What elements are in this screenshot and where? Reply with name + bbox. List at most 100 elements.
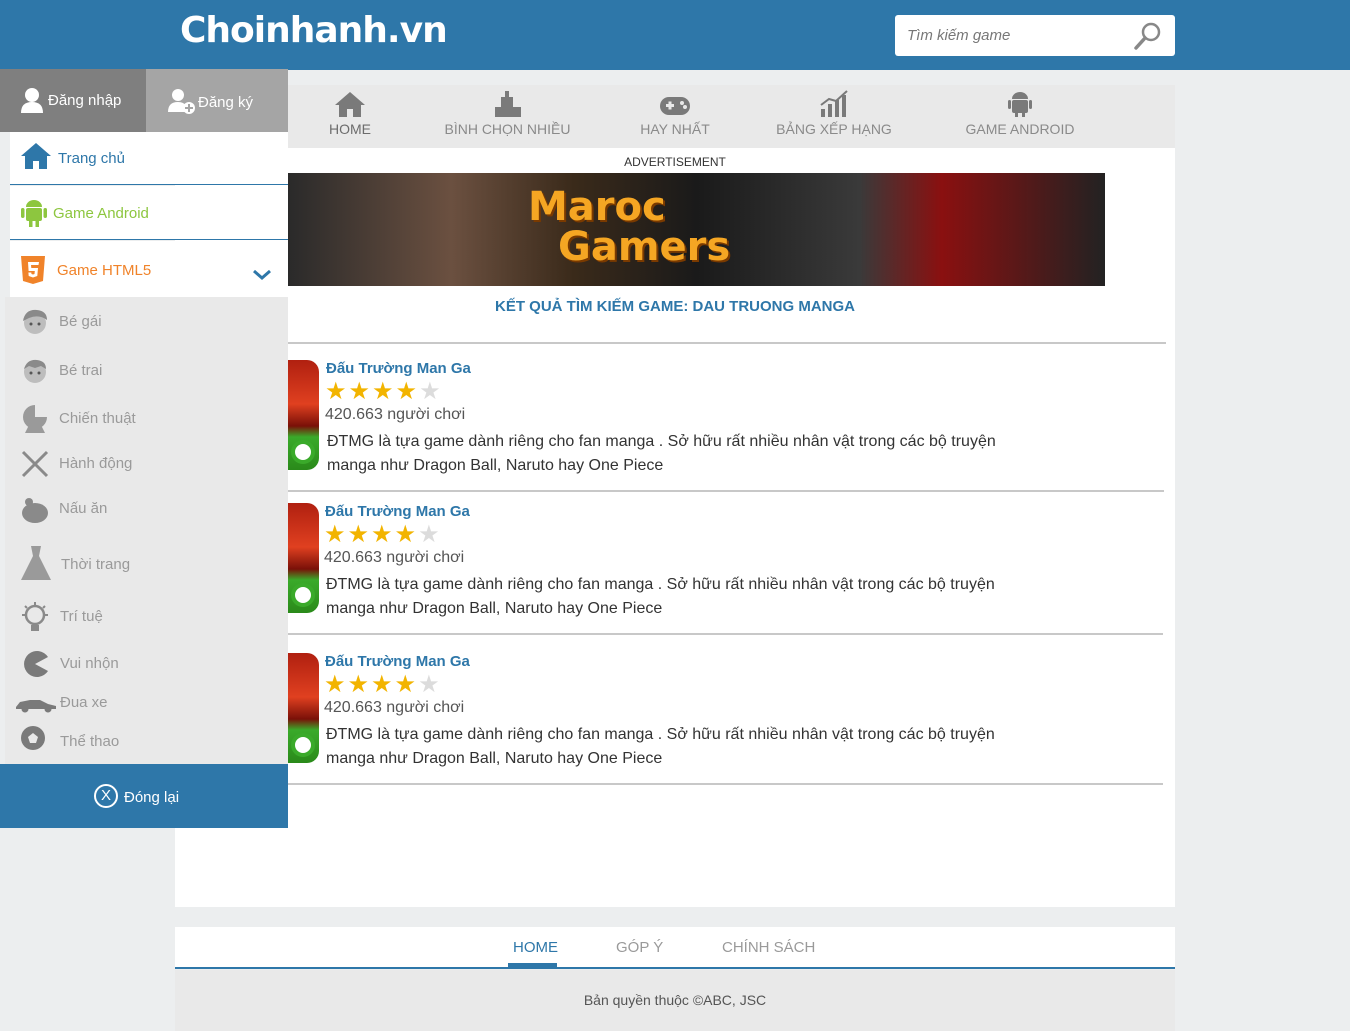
sidebar-item-label: Game Android bbox=[53, 205, 149, 222]
html5-submenu: Bé gái Bé trai Chiến thuật Hành động Nấu… bbox=[5, 297, 288, 764]
strategy-icon bbox=[23, 405, 47, 433]
add-user-icon bbox=[168, 89, 195, 114]
search-result-title: KẾT QUẢ TÌM KIẾM GAME: DAU TRUONG MANGA bbox=[495, 298, 855, 315]
advertisement-label: ADVERTISEMENT bbox=[624, 155, 726, 169]
chevron-down-icon[interactable] bbox=[252, 269, 272, 281]
html5-icon bbox=[21, 256, 45, 284]
android-icon bbox=[21, 200, 47, 227]
play-count: 420.663 người chơi bbox=[324, 699, 465, 716]
desc-line: manga như Dragon Ball, Naruto hay One Pi… bbox=[326, 600, 663, 617]
footer-nav-feedback[interactable]: GÓP Ý bbox=[616, 939, 663, 956]
game-description: ĐTMG là tựa game dành riêng cho fan mang… bbox=[326, 573, 1016, 621]
desc-line: manga như Dragon Ball, Naruto hay One Pi… bbox=[326, 750, 663, 767]
sidebar-item-fashion[interactable]: Thời trang bbox=[5, 540, 288, 590]
sub-item-label: Trí tuệ bbox=[60, 608, 103, 625]
nav-android[interactable]: GAME ANDROID bbox=[960, 85, 1080, 148]
footer-nav-policy[interactable]: CHÍNH SÁCH bbox=[722, 939, 815, 956]
sub-item-label: Chiến thuật bbox=[59, 410, 136, 427]
sidebar-item-sports[interactable]: Thể thao bbox=[5, 720, 288, 764]
close-icon: X bbox=[94, 784, 118, 808]
close-label: Đóng lại bbox=[124, 789, 180, 806]
game-item[interactable]: Đấu Trường Man Ga ★★★★★ 420.663 người ch… bbox=[288, 503, 1168, 628]
sub-item-label: Đua xe bbox=[60, 694, 108, 711]
dress-icon bbox=[21, 546, 51, 580]
sub-item-label: Nấu ăn bbox=[59, 500, 108, 517]
game-thumbnail[interactable] bbox=[288, 360, 319, 470]
desc-line: ĐTMG là tựa game dành riêng cho fan mang… bbox=[326, 726, 995, 743]
game-thumbnail[interactable] bbox=[288, 503, 319, 613]
sidebar-item-action[interactable]: Hành động bbox=[5, 442, 288, 486]
desc-line: manga như Dragon Ball, Naruto hay One Pi… bbox=[327, 457, 664, 474]
register-label: Đăng ký bbox=[198, 94, 254, 111]
sidebar-item-racing[interactable]: Đua xe bbox=[5, 684, 288, 724]
play-count: 420.663 người chơi bbox=[324, 549, 465, 566]
active-tab-indicator bbox=[508, 963, 557, 968]
sidebar-item-label: Trang chủ bbox=[58, 150, 125, 167]
search-box bbox=[895, 15, 1175, 56]
register-button[interactable]: Đăng ký bbox=[146, 69, 288, 132]
sub-item-label: Thời trang bbox=[61, 556, 131, 573]
sub-item-label: Thể thao bbox=[60, 733, 120, 750]
target-icon bbox=[291, 440, 315, 464]
banner-text: Maroc Gamers bbox=[528, 187, 730, 267]
game-title[interactable]: Đấu Trường Man Ga bbox=[325, 653, 470, 670]
sidebar-item-fun[interactable]: Vui nhộn bbox=[5, 642, 288, 686]
sidebar-item-cooking[interactable]: Nấu ăn bbox=[5, 487, 288, 531]
search-icon[interactable] bbox=[1133, 21, 1163, 51]
site-logo[interactable]: Choinhanh.vn bbox=[180, 10, 448, 51]
close-menu-button[interactable]: X Đóng lại bbox=[0, 764, 288, 828]
sub-item-label: Bé trai bbox=[59, 362, 103, 379]
game-item[interactable]: Đấu Trường Man Ga ★★★★★ 420.663 người ch… bbox=[288, 653, 1168, 778]
rating-stars: ★★★★★ bbox=[324, 671, 442, 698]
nav-best[interactable]: HAY NHẤT bbox=[635, 85, 715, 148]
ball-icon bbox=[21, 726, 45, 750]
sidebar-item-strategy[interactable]: Chiến thuật bbox=[5, 397, 288, 441]
nav-home[interactable]: HOME bbox=[320, 85, 380, 148]
copyright: Bản quyền thuộc ©ABC, JSC bbox=[175, 970, 1175, 1031]
vote-icon bbox=[494, 91, 521, 117]
footer-nav: HOME GÓP Ý CHÍNH SÁCH bbox=[175, 927, 1175, 969]
game-title[interactable]: Đấu Trường Man Ga bbox=[326, 360, 471, 377]
sub-item-label: Bé gái bbox=[59, 313, 102, 330]
game-thumbnail[interactable] bbox=[288, 653, 319, 763]
nav-ranking[interactable]: BẢNG XẾP HẠNG bbox=[773, 85, 895, 148]
footer-nav-home[interactable]: HOME bbox=[513, 939, 558, 956]
user-icon bbox=[21, 88, 43, 113]
game-description: ĐTMG là tựa game dành riêng cho fan mang… bbox=[326, 723, 1016, 771]
android-icon bbox=[1008, 92, 1032, 117]
sidebar: Đăng nhập Đăng ký Trang chủ Game Android… bbox=[0, 69, 288, 828]
lightbulb-icon bbox=[22, 602, 48, 631]
game-title[interactable]: Đấu Trường Man Ga bbox=[325, 503, 470, 520]
sidebar-item-home[interactable]: Trang chủ bbox=[10, 132, 288, 185]
nav-best-label: HAY NHẤT bbox=[640, 121, 710, 137]
nav-home-label: HOME bbox=[329, 121, 371, 137]
cooking-icon bbox=[22, 498, 48, 523]
nav-android-label: GAME ANDROID bbox=[965, 121, 1075, 137]
banner-line2: Gamers bbox=[558, 224, 731, 270]
sidebar-item-html5[interactable]: Game HTML5 bbox=[10, 241, 288, 297]
divider bbox=[288, 490, 1164, 492]
sidebar-item-boy[interactable]: Bé trai bbox=[5, 349, 288, 393]
nav-vote[interactable]: BÌNH CHỌN NHIỀU bbox=[440, 85, 575, 148]
game-item[interactable]: Đấu Trường Man Ga ★★★★★ 420.663 người ch… bbox=[288, 360, 1168, 485]
login-button[interactable]: Đăng nhập bbox=[0, 69, 146, 132]
target-icon bbox=[291, 583, 315, 607]
sidebar-item-girl[interactable]: Bé gái bbox=[5, 300, 288, 344]
girl-icon bbox=[23, 309, 47, 334]
pacman-icon bbox=[24, 651, 48, 677]
sidebar-item-label: Game HTML5 bbox=[57, 262, 152, 279]
search-input[interactable] bbox=[907, 23, 1127, 48]
ad-banner[interactable]: Maroc Gamers bbox=[288, 173, 1105, 286]
gamepad-icon bbox=[660, 97, 690, 115]
home-icon bbox=[335, 92, 365, 117]
sidebar-item-android[interactable]: Game Android bbox=[10, 186, 288, 240]
sidebar-item-brain[interactable]: Trí tuệ bbox=[5, 595, 288, 639]
desc-line: ĐTMG là tựa game dành riêng cho fan mang… bbox=[326, 576, 995, 593]
home-icon bbox=[21, 143, 51, 169]
header: Choinhanh.vn bbox=[0, 0, 1350, 70]
rating-stars: ★★★★★ bbox=[324, 521, 442, 548]
top-nav: HOME BÌNH CHỌN NHIỀU HAY NHẤT BẢNG XẾP H… bbox=[175, 85, 1175, 148]
target-icon bbox=[291, 733, 315, 757]
car-icon bbox=[16, 700, 56, 713]
desc-line: ĐTMG là tựa game dành riêng cho fan mang… bbox=[327, 433, 996, 450]
